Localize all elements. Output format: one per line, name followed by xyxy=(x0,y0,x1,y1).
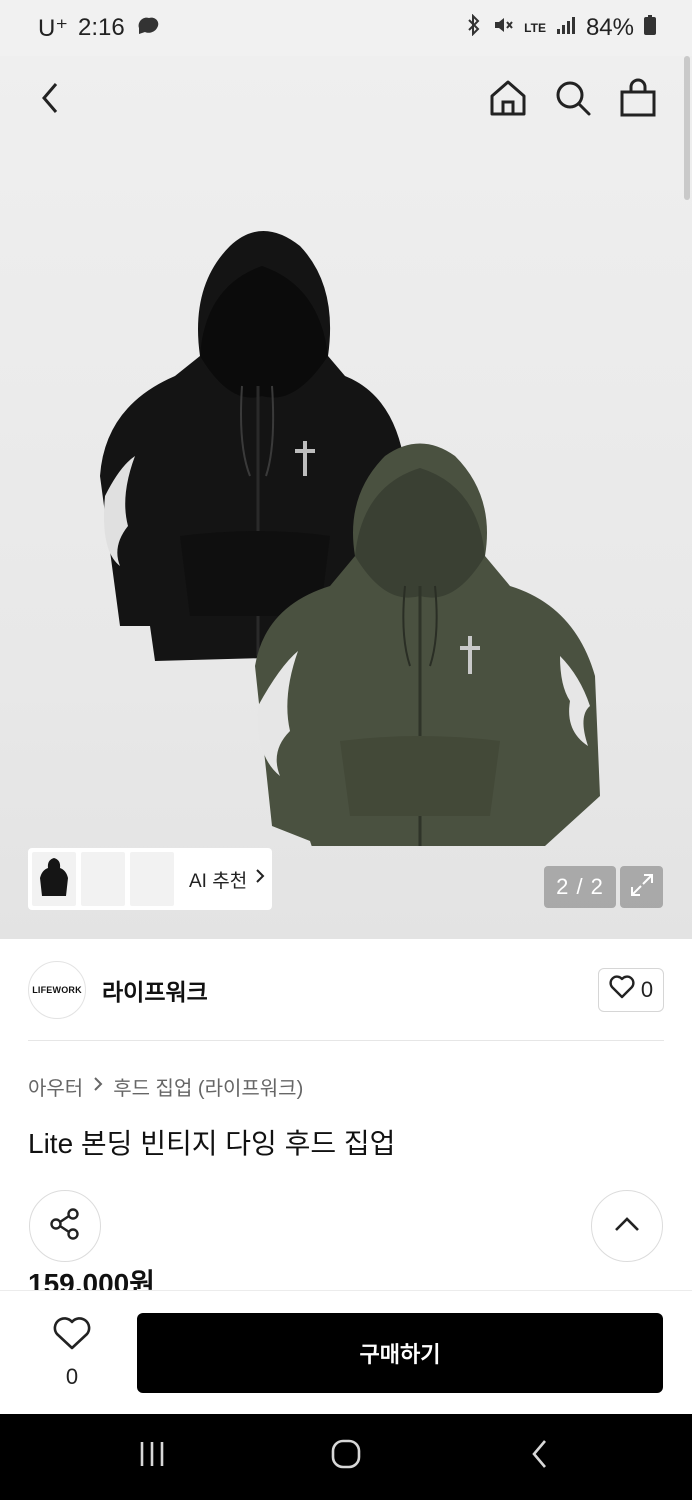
system-navigation-bar xyxy=(0,1414,692,1500)
home-circle-icon xyxy=(330,1439,362,1474)
product-image xyxy=(0,206,692,871)
home-button[interactable] xyxy=(484,76,532,124)
bottom-purchase-bar: 0 구매하기 xyxy=(0,1290,692,1414)
home-icon xyxy=(488,78,528,123)
product-price: 159,000원 xyxy=(28,1268,155,1292)
ai-thumbnail[interactable] xyxy=(130,852,174,906)
chevron-left-icon xyxy=(529,1438,551,1475)
ai-recommend-label: AI 추천 xyxy=(189,870,248,892)
mute-icon xyxy=(492,14,514,43)
expand-image-button[interactable] xyxy=(620,866,663,908)
heart-icon xyxy=(609,975,635,1005)
breadcrumb-subcategory[interactable]: 후드 집업 (라이프워크) xyxy=(113,1072,303,1101)
signal-icon xyxy=(556,14,576,42)
network-label: LTE xyxy=(524,21,546,35)
wishlist-button[interactable]: 0 xyxy=(44,1317,100,1390)
search-button[interactable] xyxy=(549,76,597,124)
breadcrumb-category[interactable]: 아우터 xyxy=(28,1072,83,1101)
top-navigation xyxy=(0,56,692,146)
chevron-right-icon xyxy=(93,1075,103,1098)
status-left: U⁺ 2:16 xyxy=(38,14,161,43)
back-button[interactable] xyxy=(26,76,74,124)
status-right: LTE 84% xyxy=(466,13,656,43)
recent-apps-icon xyxy=(137,1440,167,1473)
heart-icon xyxy=(53,1317,91,1355)
product-title: Lite 본딩 빈티지 다잉 후드 집업 xyxy=(28,1128,396,1159)
brand-like-button[interactable]: 0 xyxy=(598,968,664,1012)
wishlist-count: 0 xyxy=(65,1364,79,1389)
home-nav-button[interactable] xyxy=(322,1434,370,1478)
ai-thumbnail[interactable] xyxy=(32,852,76,906)
search-icon xyxy=(554,79,592,122)
cart-button[interactable] xyxy=(614,76,662,124)
ai-recommend-strip[interactable]: AI 추천 xyxy=(28,848,272,910)
brand-like-count: 0 xyxy=(640,977,654,1002)
recent-apps-button[interactable] xyxy=(128,1434,176,1478)
chevron-right-icon xyxy=(255,868,265,890)
chevron-up-icon xyxy=(613,1215,641,1238)
product-gallery[interactable]: AI 추천 2 / 2 xyxy=(0,56,692,939)
shopping-bag-icon xyxy=(619,78,657,123)
back-nav-button[interactable] xyxy=(516,1434,564,1478)
collapse-button[interactable] xyxy=(591,1190,663,1262)
battery-percent: 84% xyxy=(585,14,634,41)
bluetooth-icon xyxy=(466,13,482,43)
ai-thumbnail[interactable] xyxy=(81,852,125,906)
share-button[interactable] xyxy=(29,1190,101,1262)
expand-icon xyxy=(629,872,655,903)
brand-name[interactable]: 라이프워크 xyxy=(102,973,208,1007)
image-page-indicator: 2 / 2 xyxy=(544,866,616,908)
page-scrollbar[interactable] xyxy=(684,56,690,200)
clock: 2:16 xyxy=(78,14,125,41)
battery-icon xyxy=(644,14,656,42)
brand-logo[interactable]: LIFEWORK xyxy=(28,961,86,1019)
notification-icon xyxy=(135,14,161,43)
brand-row[interactable]: LIFEWORK 라이프워크 0 xyxy=(28,960,664,1020)
status-bar: U⁺ 2:16 LTE 84% xyxy=(0,0,692,56)
carrier-label: U⁺ xyxy=(38,14,68,42)
share-icon xyxy=(48,1207,82,1246)
buy-button[interactable]: 구매하기 xyxy=(137,1313,663,1393)
breadcrumb: 아우터 후드 집업 (라이프워크) xyxy=(28,1072,303,1101)
divider xyxy=(28,1040,664,1041)
ai-recommend-link[interactable]: AI 추천 xyxy=(189,866,265,893)
chevron-left-icon xyxy=(38,80,62,121)
